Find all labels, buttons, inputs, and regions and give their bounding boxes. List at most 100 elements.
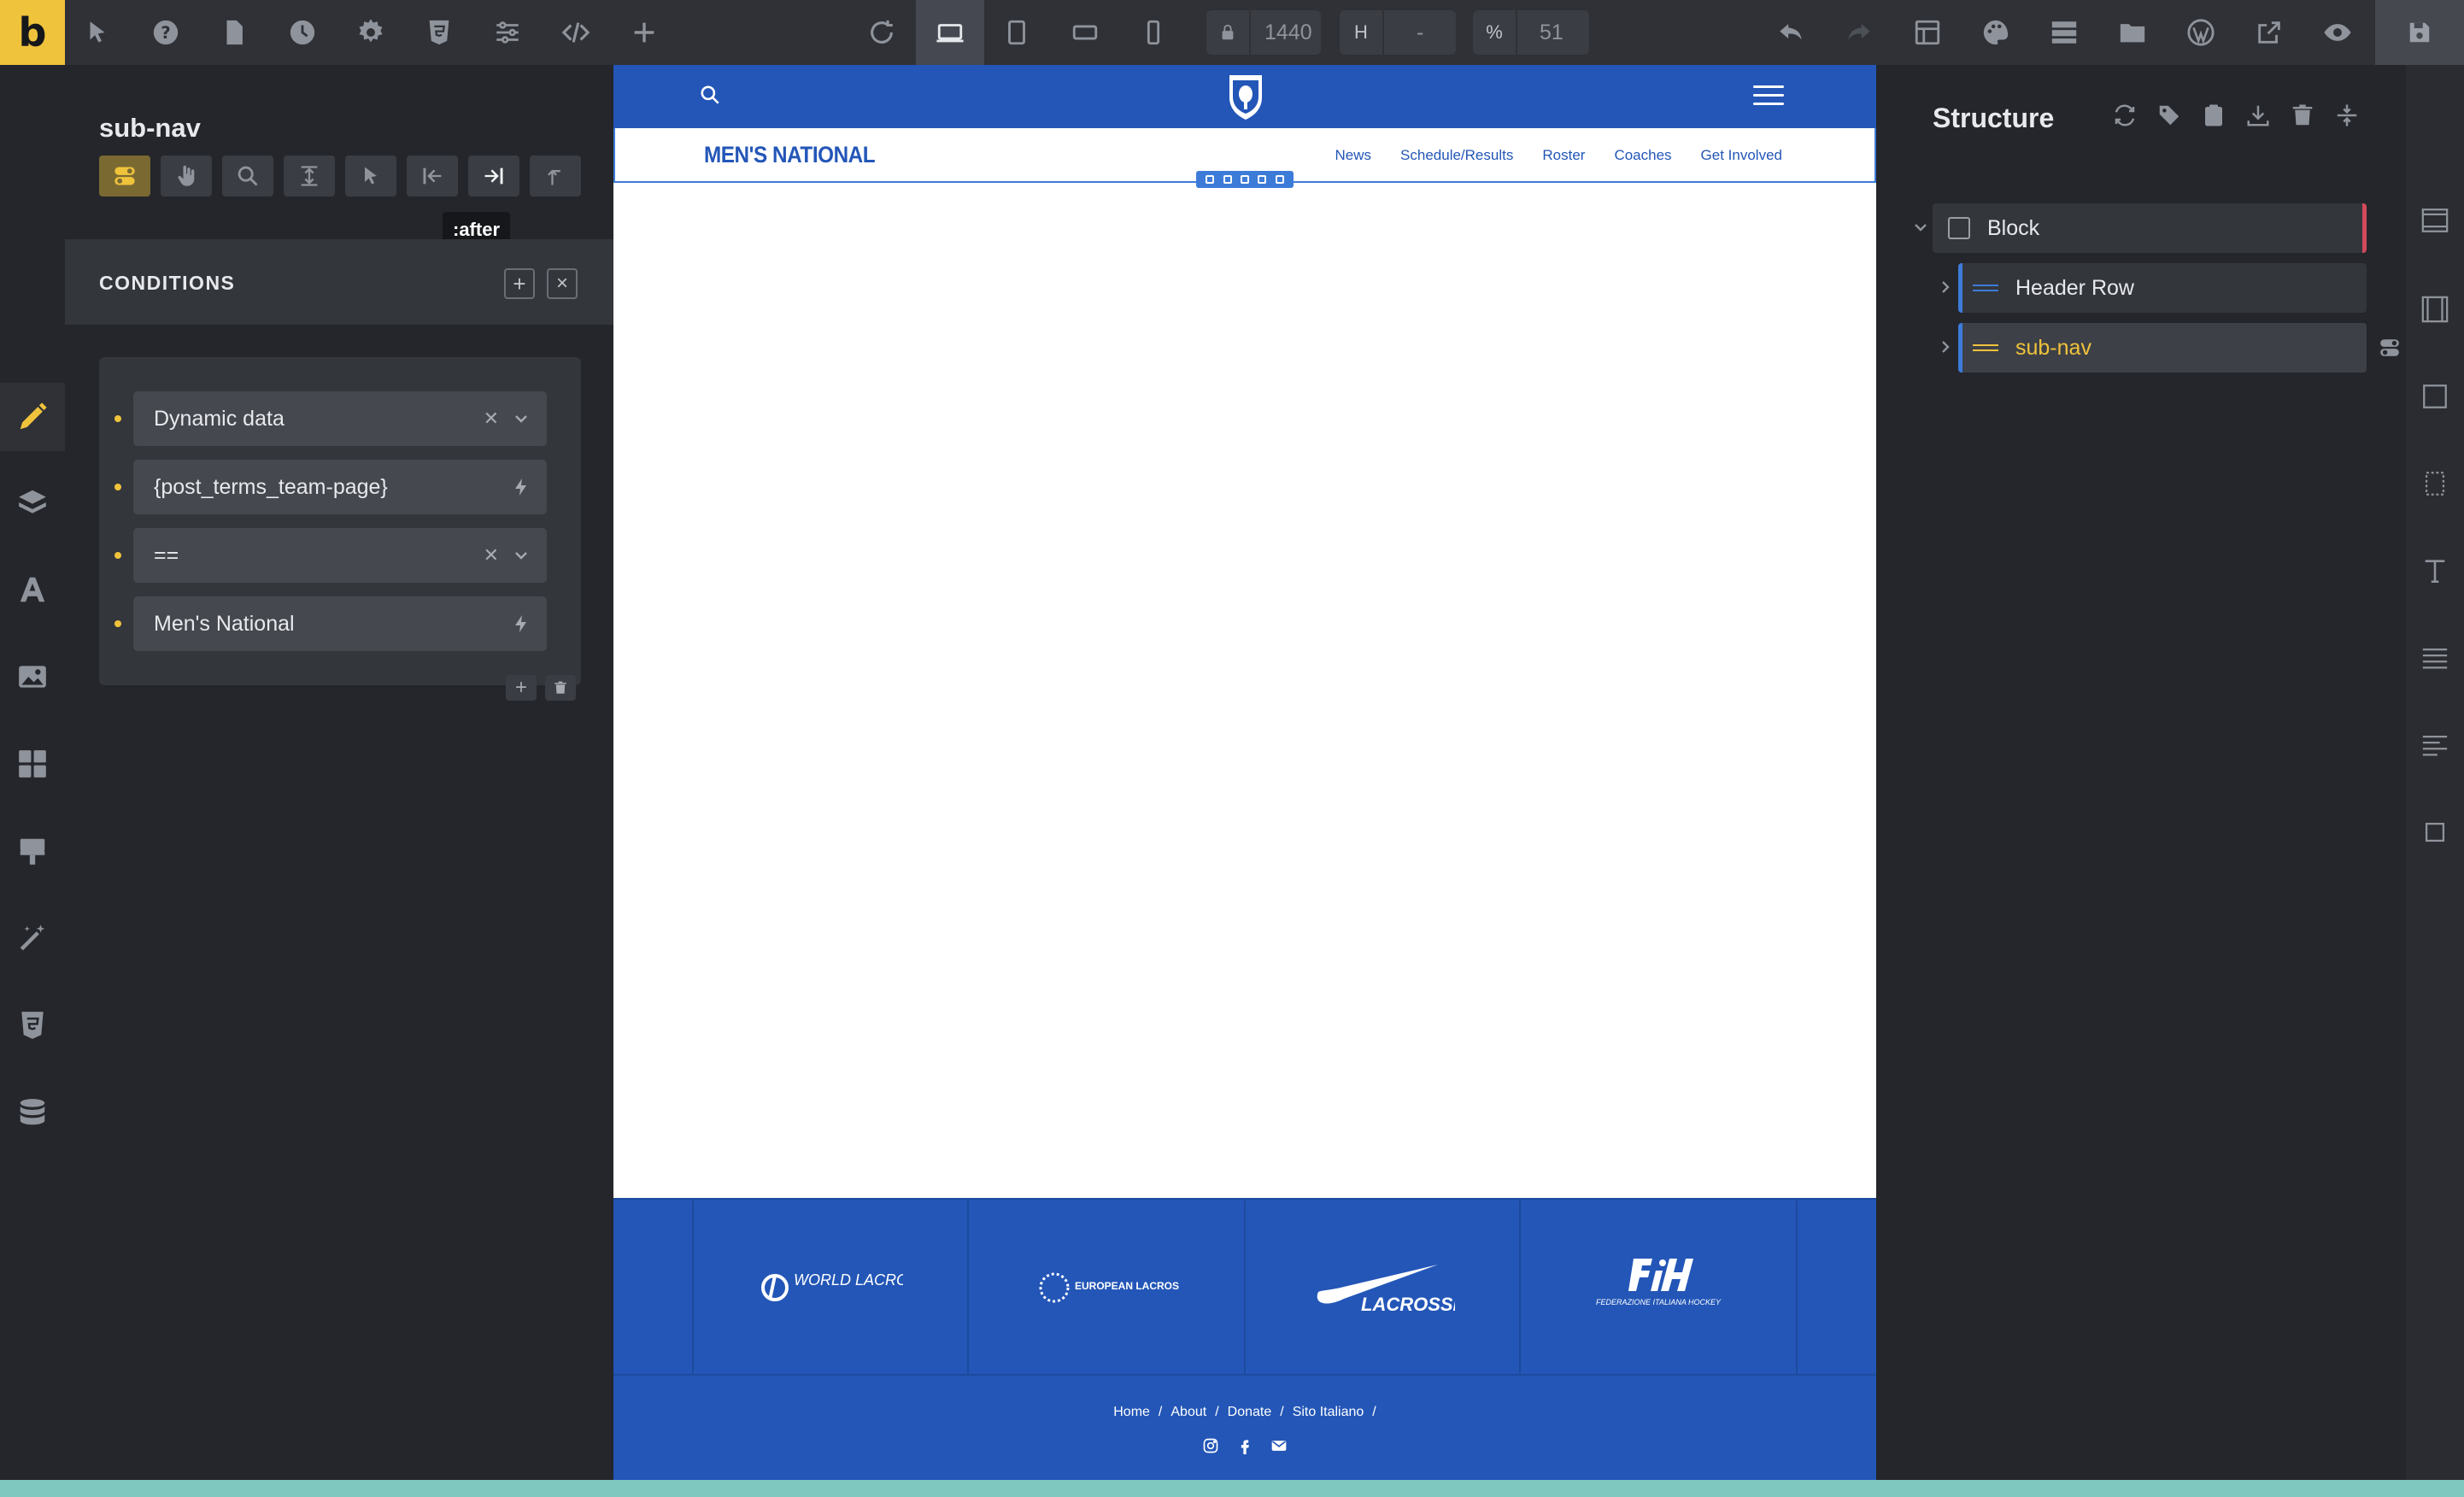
tablet-portrait-icon[interactable] — [984, 0, 1049, 65]
refresh-icon[interactable] — [2112, 103, 2138, 132]
hamburger-menu-icon[interactable] — [1753, 85, 1784, 111]
reload-icon[interactable] — [849, 0, 914, 65]
zoom-value[interactable]: 51 — [1517, 21, 1563, 45]
tag-icon[interactable] — [2156, 103, 2182, 132]
history-icon[interactable] — [270, 0, 335, 65]
vertical-spacing-icon[interactable] — [284, 156, 335, 197]
partner-logo-world-lacrosse[interactable]: WORLD LACROSSE — [692, 1200, 967, 1376]
container-element-icon[interactable] — [2406, 284, 2464, 335]
templates-icon[interactable] — [1895, 0, 1960, 65]
selection-toolbar-button[interactable] — [1240, 175, 1249, 184]
footer-link-sito-italiano[interactable]: Sito Italiano — [1293, 1405, 1364, 1420]
clipboard-icon[interactable] — [2201, 103, 2226, 132]
settings-gear-icon[interactable] — [338, 0, 403, 65]
bricks-logo[interactable]: b — [0, 0, 65, 65]
width-value[interactable]: 1440 — [1251, 21, 1312, 45]
focus-search-icon[interactable] — [222, 156, 273, 197]
trash-icon[interactable] — [2290, 103, 2315, 132]
after-pseudo-icon[interactable] — [468, 156, 519, 197]
condition-value-input[interactable]: Men's National — [114, 596, 547, 651]
instagram-icon[interactable] — [1202, 1437, 1219, 1454]
subnav-link-schedule[interactable]: Schedule/Results — [1400, 147, 1513, 164]
magic-wand-icon[interactable] — [0, 904, 65, 972]
add-condition-set-icon[interactable]: + — [504, 268, 535, 299]
css-file-icon[interactable] — [0, 991, 65, 1060]
mobile-portrait-icon[interactable] — [1121, 0, 1186, 65]
button-element-icon[interactable] — [2406, 807, 2464, 858]
selection-toolbar-button[interactable] — [1223, 175, 1232, 184]
subnav-link-news[interactable]: News — [1335, 147, 1372, 164]
structure-item-block[interactable]: Block — [1915, 203, 2367, 253]
height-value[interactable]: - — [1384, 21, 1423, 45]
folder-icon[interactable] — [2100, 0, 2165, 65]
code-icon[interactable] — [543, 0, 608, 65]
hover-hand-icon[interactable] — [161, 156, 212, 197]
structure-item-header-row[interactable]: Header Row — [1942, 263, 2367, 313]
dynamic-data-bolt-icon[interactable] — [511, 477, 531, 497]
mobile-landscape-icon[interactable] — [1053, 0, 1118, 65]
external-link-icon[interactable] — [2237, 0, 2302, 65]
chevron-down-icon[interactable] — [511, 545, 531, 566]
footer-link-about[interactable]: About — [1170, 1405, 1206, 1420]
pointer-icon[interactable] — [65, 0, 130, 65]
conditions-toggle-icon[interactable] — [99, 156, 150, 197]
redo-icon[interactable] — [1827, 0, 1892, 65]
element-selection-toolbar[interactable] — [1196, 171, 1294, 188]
div-element-icon[interactable] — [2406, 458, 2464, 509]
selection-toolbar-button[interactable] — [1275, 175, 1284, 184]
partner-logo-european-lacrosse[interactable]: EUROPEAN LACROSSE FEDERATION — [967, 1200, 1244, 1376]
clear-x-icon[interactable]: ✕ — [484, 408, 499, 430]
email-envelope-icon[interactable] — [1270, 1437, 1288, 1454]
condition-key-select[interactable]: Dynamic data ✕ — [114, 391, 547, 446]
chevron-right-icon[interactable] — [1935, 277, 1956, 303]
partner-logo-fih-hockey[interactable]: FEDERAZIONE ITALIANA HOCKEY — [1519, 1200, 1796, 1376]
sliders-icon[interactable] — [475, 0, 540, 65]
block-element-icon[interactable] — [2406, 371, 2464, 422]
theme-palette-icon[interactable] — [1963, 0, 2028, 65]
pages-icon[interactable] — [202, 0, 267, 65]
collapse-all-icon[interactable] — [2334, 103, 2360, 132]
preview-eye-icon[interactable] — [2305, 0, 2370, 65]
undo-icon[interactable] — [1758, 0, 1823, 65]
image-icon[interactable] — [0, 643, 65, 711]
rich-text-element-icon[interactable] — [2406, 719, 2464, 771]
css3-icon[interactable] — [407, 0, 472, 65]
download-icon[interactable] — [2245, 103, 2271, 132]
typography-icon[interactable] — [0, 555, 65, 624]
clear-x-icon[interactable]: ✕ — [484, 544, 499, 567]
heading-element-icon[interactable] — [2406, 545, 2464, 596]
chevron-down-icon[interactable] — [511, 408, 531, 429]
partner-logo-nike-lacrosse[interactable]: LACROSSE — [1244, 1200, 1519, 1376]
dynamic-data-bolt-icon[interactable] — [511, 613, 531, 634]
width-control[interactable]: 1440 — [1206, 10, 1321, 55]
builder-canvas[interactable]: MEN'S NATIONAL News Schedule/Results Ros… — [613, 65, 1876, 1480]
condition-compare-select[interactable]: == ✕ — [114, 528, 547, 583]
structure-item-sub-nav[interactable]: sub-nav — [1942, 323, 2367, 373]
add-element-icon[interactable] — [612, 0, 677, 65]
delete-condition-trash-icon[interactable] — [545, 675, 576, 701]
selection-toolbar-button[interactable] — [1206, 175, 1215, 184]
save-button[interactable] — [2375, 0, 2464, 65]
facebook-icon[interactable] — [1236, 1437, 1253, 1454]
structure-layers-icon[interactable] — [2032, 0, 2097, 65]
paint-brush-icon[interactable] — [0, 817, 65, 885]
grid-layout-icon[interactable] — [0, 730, 65, 798]
subnav-link-coaches[interactable]: Coaches — [1614, 147, 1671, 164]
selection-toolbar-button[interactable] — [1258, 175, 1267, 184]
wordpress-icon[interactable] — [2168, 0, 2233, 65]
text-basic-element-icon[interactable] — [2406, 632, 2464, 684]
subnav-title[interactable]: MEN'S NATIONAL — [704, 142, 876, 168]
zoom-control[interactable]: % 51 — [1473, 10, 1589, 55]
edit-pencil-icon[interactable] — [0, 383, 65, 451]
active-cursor-icon[interactable] — [345, 156, 396, 197]
desktop-breakpoint-icon[interactable] — [916, 0, 984, 65]
layers-icon[interactable] — [0, 468, 65, 537]
section-element-icon[interactable] — [2406, 195, 2464, 246]
chevron-right-icon[interactable] — [1935, 337, 1956, 363]
subnav-link-roster[interactable]: Roster — [1542, 147, 1585, 164]
lock-icon[interactable] — [1206, 10, 1251, 55]
footer-link-donate[interactable]: Donate — [1228, 1405, 1272, 1420]
before-pseudo-icon[interactable] — [407, 156, 458, 197]
add-condition-icon[interactable]: + — [506, 675, 537, 701]
site-header-row[interactable] — [613, 65, 1876, 128]
